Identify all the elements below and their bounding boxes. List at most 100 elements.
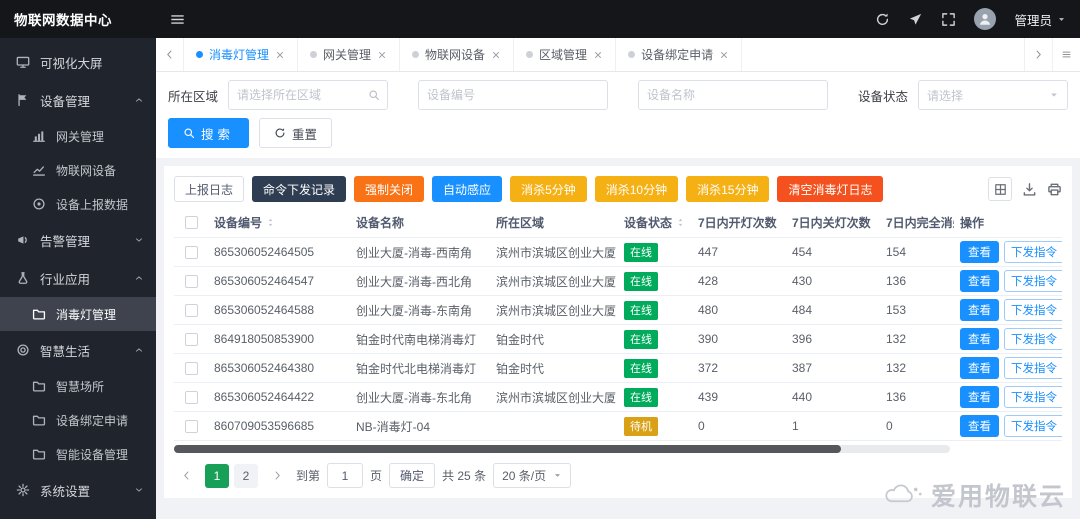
view-button[interactable]: 查看 [960, 386, 999, 408]
fullscreen-icon[interactable] [941, 12, 956, 27]
sidebar-item-1[interactable]: 设备管理 [0, 81, 156, 119]
view-button[interactable]: 查看 [960, 357, 999, 379]
sidebar-item-6[interactable]: 行业应用 [0, 259, 156, 297]
select-all-checkbox[interactable] [184, 216, 198, 229]
close-icon[interactable] [719, 50, 729, 60]
tab-2[interactable]: 物联网设备 [400, 38, 515, 71]
column-settings-icon[interactable] [988, 177, 1012, 201]
status-select[interactable]: 请选择 [918, 80, 1069, 110]
tabs-menu-icon[interactable] [1052, 38, 1080, 71]
device-name-input[interactable] [647, 88, 820, 102]
avatar[interactable] [974, 8, 997, 30]
status-badge: 待机 [624, 416, 658, 436]
region-cell: 滨州市滨城区创业大厦 [496, 390, 617, 405]
app-title: 物联网数据中心 [0, 0, 156, 38]
sidebar-item-label: 可视化大屏 [40, 56, 103, 71]
view-button[interactable]: 查看 [960, 270, 999, 292]
sidebar-item-11[interactable]: 智能设备管理 [0, 437, 156, 471]
region-input[interactable] [237, 88, 364, 102]
folder-icon [30, 307, 48, 321]
tab-4[interactable]: 设备绑定申请 [616, 38, 743, 71]
close-icon[interactable] [377, 50, 387, 60]
command-dropdown[interactable]: 下发指令 [1004, 328, 1062, 350]
view-button[interactable]: 查看 [960, 241, 999, 263]
tab-3[interactable]: 区域管理 [514, 38, 617, 71]
page-size-select[interactable]: 20 条/页 [493, 463, 572, 488]
sidebar-item-5[interactable]: 告警管理 [0, 221, 156, 259]
page-1-button[interactable]: 1 [205, 463, 229, 488]
refresh-icon[interactable] [875, 12, 890, 27]
toolbar-button-7[interactable]: 清空消毒灯日志 [777, 176, 884, 202]
theme-icon[interactable] [908, 12, 923, 27]
page-2-button[interactable]: 2 [234, 463, 258, 488]
sidebar-item-12[interactable]: 系统设置 [0, 471, 156, 509]
sidebar-item-9[interactable]: 智慧场所 [0, 369, 156, 403]
table-row: 860709053596685 NB-消毒灯-04 待机 0 1 0 查看 下发指令 [174, 412, 1062, 441]
close-icon[interactable] [593, 50, 603, 60]
next-page-button[interactable] [265, 464, 289, 488]
row-checkbox[interactable] [184, 303, 198, 317]
full-count-cell: 154 [886, 245, 907, 259]
caret-down-icon [553, 471, 562, 480]
row-checkbox[interactable] [184, 361, 198, 375]
row-checkbox[interactable] [184, 419, 198, 433]
view-button[interactable]: 查看 [960, 328, 999, 350]
toolbar-tools [988, 177, 1062, 201]
toolbar-button-6[interactable]: 消杀15分钟 [686, 176, 770, 202]
view-button[interactable]: 查看 [960, 415, 999, 437]
on-count-cell: 0 [698, 419, 705, 433]
off-count-cell: 396 [792, 332, 813, 346]
toolbar-button-4[interactable]: 消杀5分钟 [510, 176, 587, 202]
close-icon[interactable] [275, 50, 285, 60]
toolbar-button-1[interactable]: 命令下发记录 [252, 176, 347, 202]
command-dropdown[interactable]: 下发指令 [1004, 357, 1062, 379]
command-dropdown[interactable]: 下发指令 [1004, 241, 1062, 263]
horizontal-scrollbar[interactable] [174, 445, 950, 453]
print-icon[interactable] [1047, 182, 1062, 197]
row-checkbox[interactable] [184, 245, 198, 259]
off-count-cell: 1 [792, 419, 799, 433]
tab-dot [412, 51, 420, 58]
row-checkbox[interactable] [184, 390, 198, 404]
toolbar-button-0[interactable]: 上报日志 [174, 176, 245, 202]
tab-0[interactable]: 消毒灯管理 [184, 38, 299, 71]
command-dropdown[interactable]: 下发指令 [1004, 386, 1062, 408]
prev-page-button[interactable] [174, 464, 198, 488]
toolbar-button-2[interactable]: 强制关闭 [354, 176, 425, 202]
confirm-button[interactable]: 确定 [389, 463, 436, 488]
command-dropdown[interactable]: 下发指令 [1004, 270, 1062, 292]
sidebar-item-8[interactable]: 智慧生活 [0, 331, 156, 369]
row-checkbox[interactable] [184, 332, 198, 346]
command-dropdown[interactable]: 下发指令 [1004, 415, 1062, 437]
goto-label: 到第 [296, 469, 321, 483]
sidebar-item-10[interactable]: 设备绑定申请 [0, 403, 156, 437]
toolbar-button-3[interactable]: 自动感应 [432, 176, 503, 202]
sidebar-item-0[interactable]: 可视化大屏 [0, 43, 156, 81]
sidebar-item-4[interactable]: 设备上报数据 [0, 187, 156, 221]
sort-icon[interactable] [675, 217, 686, 228]
device-no-input[interactable] [427, 88, 600, 102]
sidebar-item-3[interactable]: 物联网设备 [0, 153, 156, 187]
scrollbar-thumb[interactable] [174, 445, 842, 453]
toolbar-button-5[interactable]: 消杀10分钟 [594, 176, 679, 202]
goto-page-input[interactable] [327, 463, 364, 488]
sort-icon[interactable] [265, 217, 276, 228]
ops-cell: 查看 下发指令 [954, 357, 1062, 379]
reset-button[interactable]: 重置 [259, 118, 333, 148]
view-button[interactable]: 查看 [960, 299, 999, 321]
command-dropdown[interactable]: 下发指令 [1004, 299, 1062, 321]
user-menu[interactable]: 管理员 [1014, 10, 1066, 29]
collapse-sidebar-icon[interactable] [170, 12, 185, 27]
tab-1[interactable]: 网关管理 [298, 38, 401, 71]
download-icon[interactable] [1022, 182, 1037, 197]
device-name-cell: 创业大厦-消毒-西南角 [356, 245, 472, 260]
sidebar-item-2[interactable]: 网关管理 [0, 119, 156, 153]
search-button[interactable]: 搜索 [168, 118, 250, 148]
row-checkbox[interactable] [184, 274, 198, 288]
tabs-scroll-left[interactable] [156, 38, 184, 71]
close-icon[interactable] [491, 50, 501, 60]
sidebar-item-7[interactable]: 消毒灯管理 [0, 297, 156, 331]
tabs-scroll-right[interactable] [1024, 38, 1052, 71]
page-label: 页 [370, 469, 383, 483]
command-label: 下发指令 [1011, 247, 1057, 259]
